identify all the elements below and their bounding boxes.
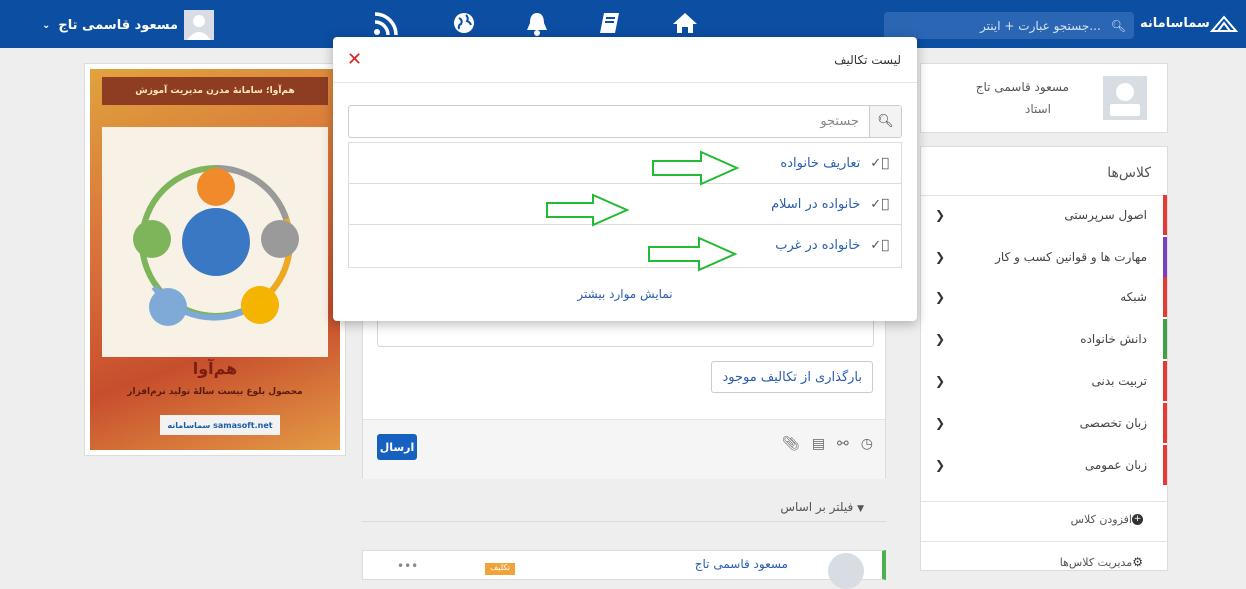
filter-label: فیلتر بر اساس ▼ — [780, 500, 864, 514]
close-icon[interactable]: ✕ — [347, 49, 362, 70]
check-circle-icon: ✓⃝ — [870, 196, 889, 212]
gear-icon: ⚙ — [1132, 555, 1143, 569]
poster-diagram-graphic — [133, 165, 299, 326]
promo-poster[interactable]: هم‌آوا؛ سامانهٔ مدرن مدیریت آموزش هم‌آوا… — [84, 63, 346, 456]
plus-circle-icon: + — [1132, 514, 1143, 525]
classes-panel: کلاس‌ها ❯ اصول سرپرستی ❯ مهارت ها و قوان… — [919, 146, 1169, 571]
home-icon[interactable] — [672, 10, 698, 38]
chevron-down-icon[interactable]: ❯ — [935, 416, 945, 430]
composer-card: بارگذاری از تکالیف موجود ارسال 📎︎ ▤ ⚯ ◷ — [362, 300, 886, 479]
avatar — [184, 10, 215, 40]
chevron-down-icon[interactable]: ❯ — [935, 458, 945, 472]
annotation-arrow — [652, 150, 740, 186]
clock-icon[interactable]: ◷ — [861, 436, 873, 452]
user-name: مسعود قاسمی تاج — [58, 17, 179, 33]
divider — [921, 541, 1169, 542]
class-item[interactable]: ❯ اصول سرپرستی — [919, 195, 1167, 235]
link-icon[interactable]: ⚯ — [837, 436, 849, 452]
divider — [921, 501, 1169, 502]
class-label: اصول سرپرستی — [1064, 208, 1147, 222]
assignment-title[interactable]: تعاریف خانواده — [780, 156, 860, 171]
chevron-down-icon[interactable]: ❯ — [935, 250, 945, 264]
search-placeholder: جستجو عبارت + اینتر... — [980, 18, 1101, 33]
send-button[interactable]: ارسال — [377, 434, 417, 460]
caret-down-icon: ▼ — [857, 504, 864, 514]
globe-icon[interactable] — [452, 10, 478, 38]
user-menu[interactable]: ⌄ مسعود قاسمی تاج — [42, 10, 215, 40]
manage-classes-label: مدیریت کلاس‌ها — [1059, 555, 1133, 569]
class-item[interactable]: ❯ مهارت ها و قوانین کسب و کار — [919, 237, 1167, 277]
class-label: زبان عمومی — [1084, 458, 1147, 472]
modal-search: جستجو 🔍︎ — [348, 105, 902, 138]
chevron-down-icon[interactable]: ❯ — [935, 208, 945, 222]
list-item[interactable]: تعاریف خانواده ✓⃝ — [349, 143, 901, 184]
upload-from-assignments-button[interactable]: بارگذاری از تکالیف موجود — [711, 361, 873, 393]
class-item[interactable]: ❯ تربیت بدنی — [919, 361, 1167, 401]
class-item[interactable]: ❯ زبان تخصصی — [919, 403, 1167, 443]
composer-footer: ارسال 📎︎ ▤ ⚯ ◷ — [363, 419, 885, 479]
search-icon[interactable]: 🔍︎ — [869, 106, 901, 137]
poster-subtitle: محصول بلوغ بیست سالهٔ تولید نرم‌افزار — [127, 387, 303, 397]
class-label: زبان تخصصی — [1079, 416, 1147, 430]
chevron-down-icon[interactable]: ❯ — [935, 290, 945, 304]
class-item[interactable]: ❯ زبان عمومی — [919, 445, 1167, 485]
chevron-down-icon: ⌄ — [42, 19, 51, 31]
class-label: دانش خانواده — [1080, 332, 1147, 346]
profile-role: استاد — [1024, 102, 1051, 116]
avatar — [1103, 76, 1147, 120]
poster-title: هم‌آوا — [192, 359, 238, 378]
show-more-link[interactable]: نمایش موارد بیشتر — [333, 287, 917, 301]
post-card: مسعود قاسمی تاج تکلیف ••• — [362, 550, 886, 589]
filter-bar[interactable]: فیلتر بر اساس ▼ — [362, 498, 886, 522]
profile-card: مسعود قاسمی تاج استاد — [920, 63, 1168, 133]
post-author[interactable]: مسعود قاسمی تاج — [695, 557, 788, 571]
classes-title: کلاس‌ها — [1107, 165, 1151, 181]
book-icon[interactable]: ▤ — [812, 436, 825, 452]
search-input[interactable]: جستجو عبارت + اینتر... 🔍︎ — [884, 12, 1134, 39]
rss-icon[interactable] — [372, 10, 398, 38]
check-circle-icon: ✓⃝ — [870, 238, 889, 253]
assignment-title[interactable]: خانواده در غرب — [775, 238, 860, 253]
poster-logo: سماسامانه samasoft.net — [160, 415, 280, 435]
class-label: مهارت ها و قوانین کسب و کار — [995, 250, 1147, 264]
class-label: تربیت بدنی — [1091, 374, 1148, 388]
avatar — [828, 553, 864, 589]
class-item[interactable]: ❯ شبکه — [919, 277, 1167, 317]
modal-header: لیست تکالیف ✕ — [333, 37, 917, 83]
poster-image: هم‌آوا؛ سامانهٔ مدرن مدیریت آموزش هم‌آوا… — [90, 69, 340, 450]
modal-search-input[interactable]: جستجو — [349, 106, 869, 137]
paperclip-icon[interactable]: 📎︎ — [782, 436, 800, 452]
chevron-down-icon[interactable]: ❯ — [935, 332, 945, 346]
class-item[interactable]: ❯ دانش خانواده — [919, 319, 1167, 359]
logo-text: سماسامانه — [1140, 15, 1210, 31]
bell-icon[interactable] — [524, 10, 550, 38]
list-item[interactable]: خانواده در غرب ✓⃝ — [349, 225, 901, 266]
chevron-down-icon[interactable]: ❯ — [935, 374, 945, 388]
profile-name: مسعود قاسمی تاج — [975, 80, 1069, 94]
add-class-label: افزودن کلاس — [1070, 513, 1132, 526]
search-icon: 🔍︎ — [1110, 18, 1126, 33]
logo-icon — [1209, 15, 1238, 32]
post-type-badge: تکلیف — [485, 563, 515, 575]
poster-banner: هم‌آوا؛ سامانهٔ مدرن مدیریت آموزش — [102, 77, 328, 105]
poster-diagram — [102, 127, 328, 357]
manage-classes-link[interactable]: مدیریت کلاس‌ها ⚙ — [1060, 555, 1151, 569]
class-label: شبکه — [1120, 290, 1147, 304]
add-class-link[interactable]: افزودن کلاس + — [1071, 513, 1151, 526]
check-circle-icon: ✓⃝ — [870, 155, 889, 171]
assignment-title[interactable]: خانواده در اسلام — [771, 197, 860, 212]
assignments-modal: لیست تکالیف ✕ جستجو 🔍︎ تعاریف خانواده ✓⃝… — [333, 37, 917, 321]
modal-title: لیست تکالیف — [834, 53, 901, 67]
book-icon[interactable] — [597, 10, 623, 38]
annotation-arrow — [648, 236, 738, 272]
annotation-arrow — [546, 193, 630, 227]
composer-tools: 📎︎ ▤ ⚯ ◷ — [782, 436, 873, 452]
logo[interactable]: سماسامانه — [1140, 13, 1241, 33]
